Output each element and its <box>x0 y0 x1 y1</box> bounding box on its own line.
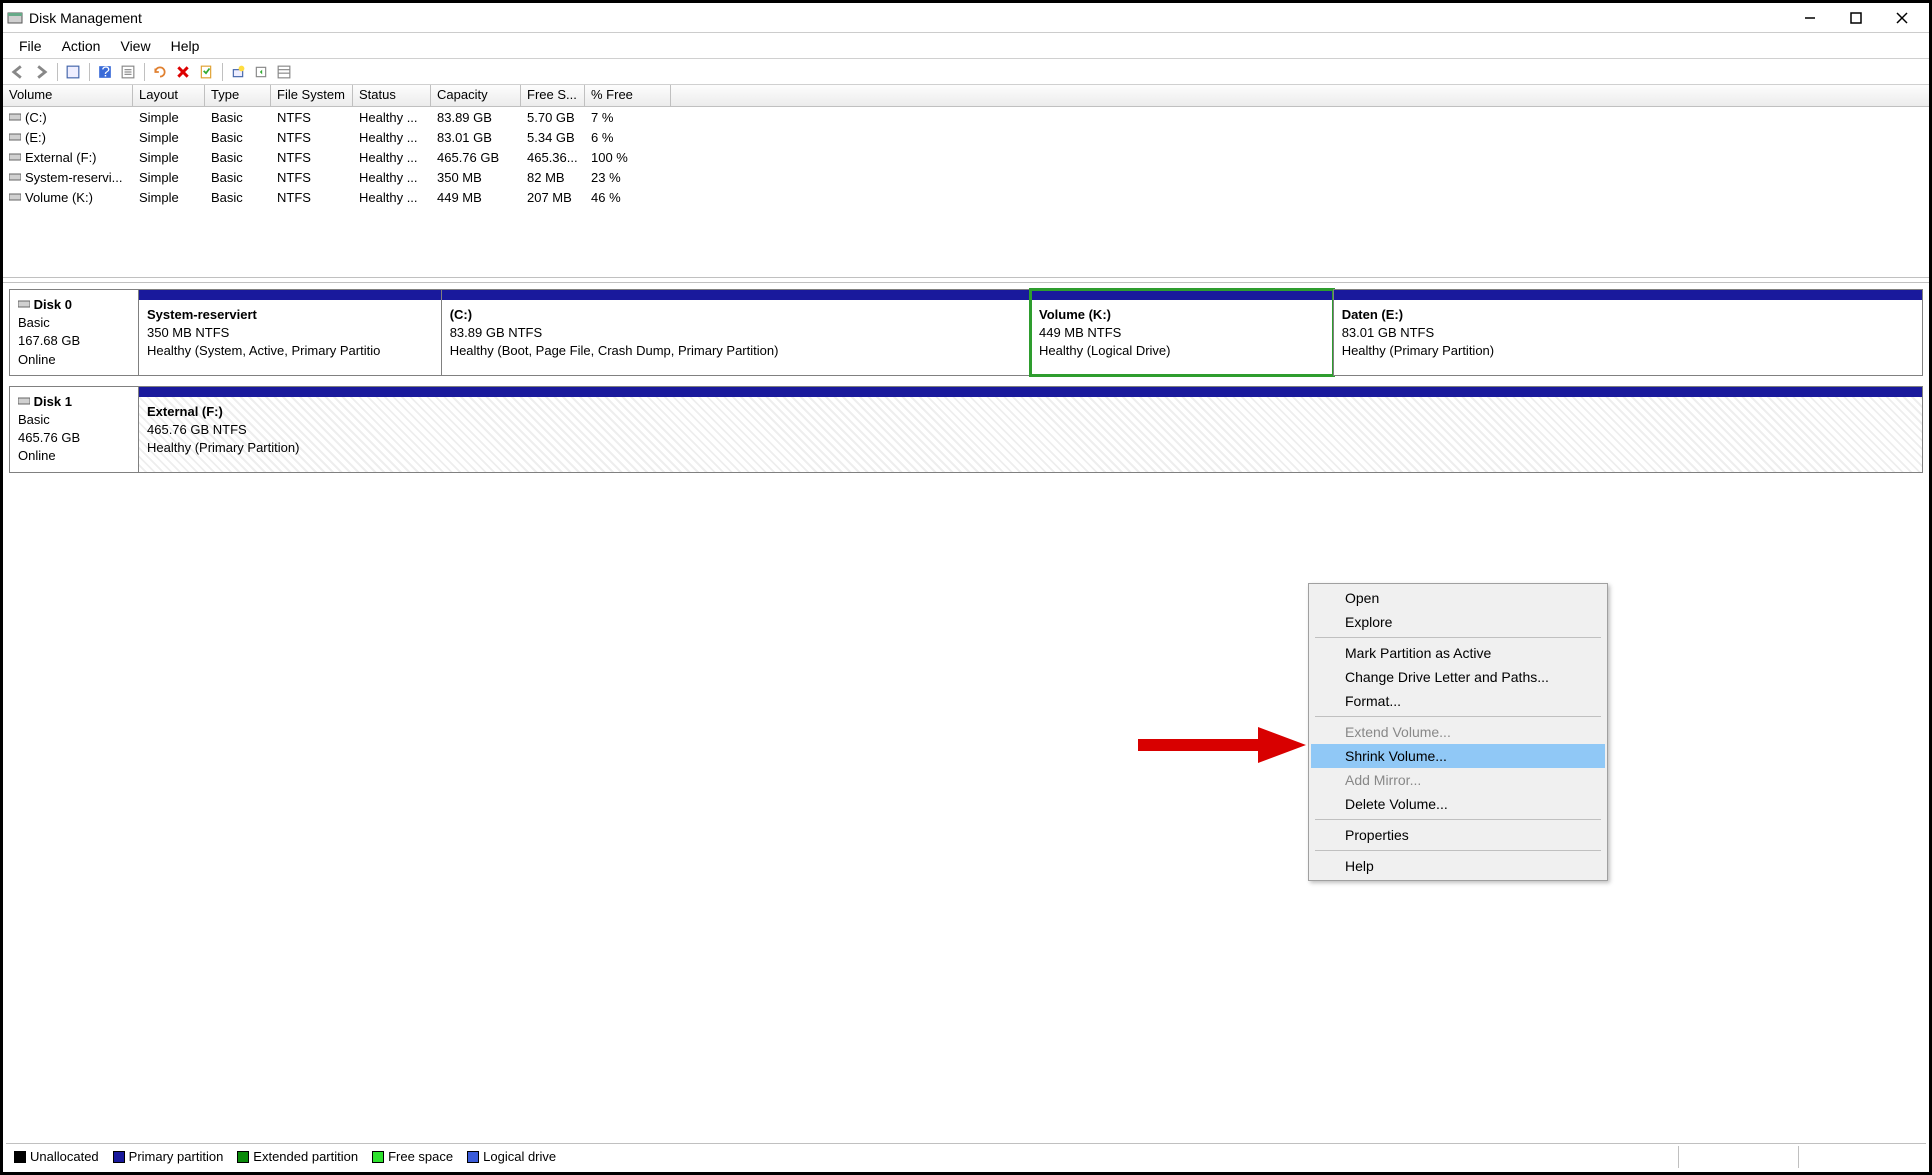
partition[interactable]: Daten (E:)83.01 GB NTFSHealthy (Primary … <box>1333 289 1923 376</box>
legend-item: Unallocated <box>14 1149 99 1164</box>
delete-button[interactable] <box>172 61 194 83</box>
context-menu-item[interactable]: Format... <box>1311 689 1605 713</box>
toolbar: ? <box>3 59 1929 85</box>
context-menu-item[interactable]: Mark Partition as Active <box>1311 641 1605 665</box>
app-icon <box>7 10 23 26</box>
volume-list[interactable]: (C:)SimpleBasicNTFSHealthy ...83.89 GB5.… <box>3 107 1929 277</box>
disk-graphical-view: Disk 0Basic167.68 GBOnlineSystem-reservi… <box>3 283 1929 489</box>
col-filesystem[interactable]: File System <box>271 85 353 106</box>
settings-button[interactable] <box>195 61 217 83</box>
context-menu-item[interactable]: Explore <box>1311 610 1605 634</box>
legend-swatch <box>113 1151 125 1163</box>
legend-label: Free space <box>388 1149 453 1164</box>
col-volume[interactable]: Volume <box>3 85 133 106</box>
volume-row[interactable]: (C:)SimpleBasicNTFSHealthy ...83.89 GB5.… <box>3 107 1929 127</box>
context-menu-item[interactable]: Open <box>1311 586 1605 610</box>
partition[interactable]: (C:)83.89 GB NTFSHealthy (Boot, Page Fil… <box>441 289 1031 376</box>
menu-file[interactable]: File <box>9 36 52 56</box>
volume-name: (C:) <box>25 110 47 125</box>
legend-label: Primary partition <box>129 1149 224 1164</box>
disk-row: Disk 0Basic167.68 GBOnlineSystem-reservi… <box>9 289 1923 376</box>
volume-icon <box>9 130 21 140</box>
col-free-space[interactable]: Free S... <box>521 85 585 106</box>
partition[interactable]: External (F:)465.76 GB NTFSHealthy (Prim… <box>138 386 1923 473</box>
back-button[interactable] <box>7 61 29 83</box>
col-pct-free[interactable]: % Free <box>585 85 671 106</box>
volume-name: System-reservi... <box>25 170 123 185</box>
menu-separator <box>1315 637 1601 638</box>
help-button[interactable]: ? <box>94 61 116 83</box>
partition-context-menu: OpenExplore Mark Partition as ActiveChang… <box>1308 583 1608 881</box>
menu-separator <box>1315 716 1601 717</box>
properties-button[interactable] <box>117 61 139 83</box>
volume-row[interactable]: Volume (K:)SimpleBasicNTFSHealthy ...449… <box>3 187 1929 207</box>
menu-separator <box>1315 819 1601 820</box>
refresh-button[interactable] <box>149 61 171 83</box>
legend-label: Extended partition <box>253 1149 358 1164</box>
volume-name: External (F:) <box>25 150 97 165</box>
new-volume-button[interactable] <box>227 61 249 83</box>
context-menu-item: Add Mirror... <box>1311 768 1605 792</box>
window-title: Disk Management <box>29 10 1787 26</box>
legend-swatch <box>14 1151 26 1163</box>
volume-row[interactable]: External (F:)SimpleBasicNTFSHealthy ...4… <box>3 147 1929 167</box>
menu-action[interactable]: Action <box>52 36 111 56</box>
legend-label: Logical drive <box>483 1149 556 1164</box>
legend-swatch <box>467 1151 479 1163</box>
forward-button[interactable] <box>30 61 52 83</box>
show-hide-tree-button[interactable] <box>62 61 84 83</box>
legend-status-bar: Unallocated Primary partition Extended par… <box>6 1143 1926 1169</box>
context-menu-item: Extend Volume... <box>1311 720 1605 744</box>
volume-list-header: Volume Layout Type File System Status Ca… <box>3 85 1929 107</box>
volume-icon <box>9 110 21 120</box>
legend-item: Extended partition <box>237 1149 358 1164</box>
annotation-arrow <box>1138 725 1308 765</box>
col-type[interactable]: Type <box>205 85 271 106</box>
volume-row[interactable]: (E:)SimpleBasicNTFSHealthy ...83.01 GB5.… <box>3 127 1929 147</box>
col-layout[interactable]: Layout <box>133 85 205 106</box>
legend-item: Primary partition <box>113 1149 224 1164</box>
close-button[interactable] <box>1879 3 1925 33</box>
context-menu-item[interactable]: Help <box>1311 854 1605 878</box>
volume-name: (E:) <box>25 130 46 145</box>
action-button[interactable] <box>250 61 272 83</box>
titlebar: Disk Management <box>3 3 1929 33</box>
legend-label: Unallocated <box>30 1149 99 1164</box>
context-menu-item[interactable]: Delete Volume... <box>1311 792 1605 816</box>
context-menu-item[interactable]: Shrink Volume... <box>1311 744 1605 768</box>
partition[interactable]: Volume (K:)449 MB NTFSHealthy (Logical D… <box>1030 289 1334 376</box>
col-status[interactable]: Status <box>353 85 431 106</box>
volume-icon <box>9 190 21 200</box>
volume-icon <box>9 150 21 160</box>
minimize-button[interactable] <box>1787 3 1833 33</box>
disk-label[interactable]: Disk 1Basic465.76 GBOnline <box>9 386 139 473</box>
disk-label[interactable]: Disk 0Basic167.68 GBOnline <box>9 289 139 376</box>
volume-name: Volume (K:) <box>25 190 93 205</box>
legend-item: Logical drive <box>467 1149 556 1164</box>
legend-swatch <box>237 1151 249 1163</box>
legend-item: Free space <box>372 1149 453 1164</box>
menu-view[interactable]: View <box>110 36 160 56</box>
context-menu-item[interactable]: Properties <box>1311 823 1605 847</box>
maximize-button[interactable] <box>1833 3 1879 33</box>
volume-icon <box>9 170 21 180</box>
context-menu-item[interactable]: Change Drive Letter and Paths... <box>1311 665 1605 689</box>
menu-separator <box>1315 850 1601 851</box>
disk-row: Disk 1Basic465.76 GBOnlineExternal (F:)4… <box>9 386 1923 473</box>
volume-row[interactable]: System-reservi...SimpleBasicNTFSHealthy … <box>3 167 1929 187</box>
menubar: File Action View Help <box>3 33 1929 59</box>
svg-text:?: ? <box>102 65 110 79</box>
col-capacity[interactable]: Capacity <box>431 85 521 106</box>
partition[interactable]: System-reserviert350 MB NTFSHealthy (Sys… <box>138 289 442 376</box>
menu-help[interactable]: Help <box>161 36 210 56</box>
list-view-button[interactable] <box>273 61 295 83</box>
legend-swatch <box>372 1151 384 1163</box>
